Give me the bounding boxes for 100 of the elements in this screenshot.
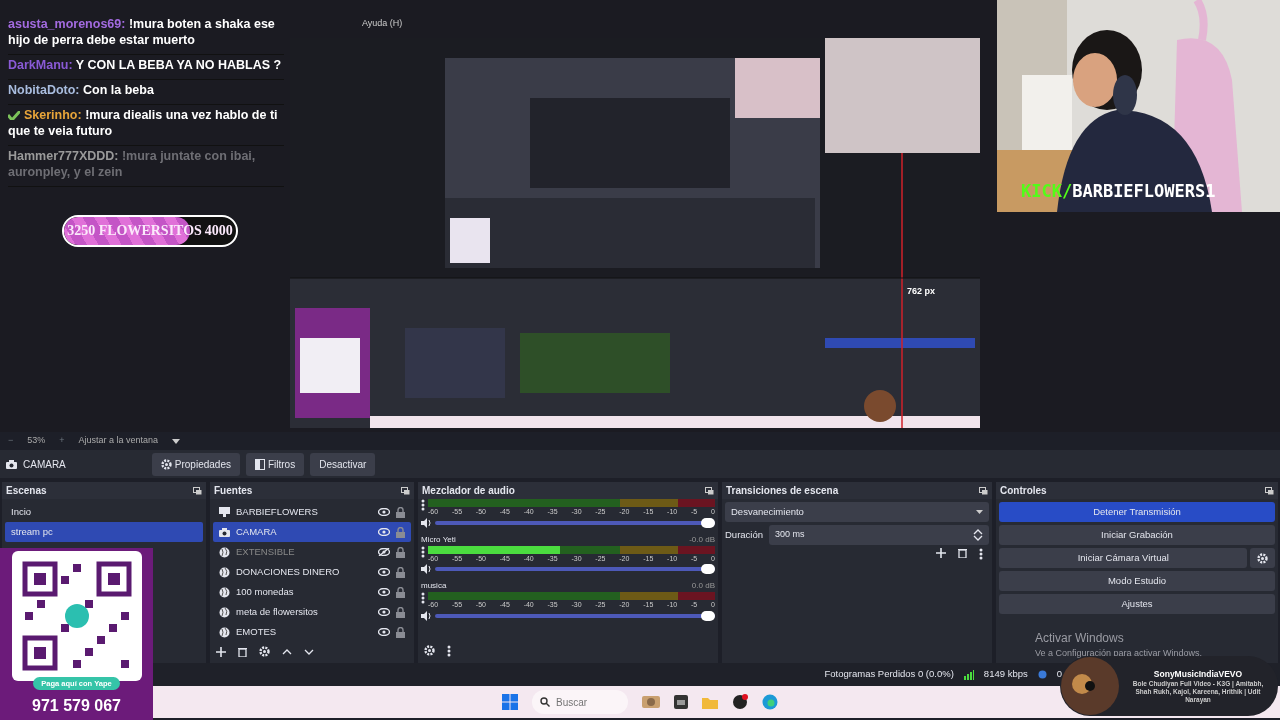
dropped-frames: Fotogramas Perdidos 0 (0.0%): [824, 667, 954, 682]
chat-message: Hammer777XDDD: !mura juntate con ibai, auronpley, y el zein: [8, 146, 284, 187]
more-icon[interactable]: [979, 548, 983, 560]
source-item[interactable]: BARBIEFLOWERS: [213, 502, 411, 522]
speaker-icon[interactable]: [421, 610, 432, 621]
search-field[interactable]: Buscar: [532, 690, 628, 714]
browser-icon[interactable]: [762, 694, 778, 710]
undock-icon[interactable]: [401, 486, 410, 495]
search-icon: [540, 697, 550, 707]
volume-slider[interactable]: [701, 564, 715, 574]
goal-target: 4000: [204, 222, 233, 240]
globe-icon: [219, 566, 230, 578]
chevron-up-icon[interactable]: [282, 648, 292, 655]
speaker-icon[interactable]: [421, 517, 432, 528]
eye-slash-icon[interactable]: [378, 548, 390, 556]
lock-icon[interactable]: [396, 566, 405, 578]
eye-icon[interactable]: [378, 508, 390, 516]
plus-icon[interactable]: [216, 646, 226, 657]
globe-icon: [219, 606, 230, 618]
lock-icon[interactable]: [396, 546, 405, 558]
panel-title: Transiciones de escena: [726, 484, 839, 498]
settings-button[interactable]: [1250, 548, 1275, 568]
control-button[interactable]: Iniciar Grabación: [999, 525, 1275, 545]
source-item[interactable]: EXTENSIBLE: [213, 542, 411, 562]
camera-icon: [6, 459, 17, 469]
source-item[interactable]: EMOTES: [213, 622, 411, 642]
network-icon: [1037, 670, 1047, 679]
measurement-label: 762 px: [907, 285, 936, 298]
panel-title: Mezclador de audio: [422, 484, 515, 498]
source-item[interactable]: meta de flowersitos: [213, 602, 411, 622]
activation-title: Activar Windows: [1035, 630, 1125, 647]
caret-icon[interactable]: [172, 438, 181, 444]
badge-icon: [8, 111, 20, 121]
scene-item[interactable]: Incio: [5, 502, 203, 522]
toolbar-button[interactable]: Propiedades: [151, 452, 240, 476]
album-art-icon: [1060, 656, 1120, 716]
fit-option[interactable]: Ajustar a la ventana: [78, 434, 159, 448]
volume-slider[interactable]: [701, 517, 715, 528]
chevron-down-icon[interactable]: [973, 535, 983, 541]
lock-icon[interactable]: [396, 626, 405, 638]
channel-reading: 0.0 dB: [691, 580, 715, 592]
camera-icon: [219, 527, 230, 537]
control-button[interactable]: Iniciar Cámara Virtual: [999, 548, 1248, 568]
scene-item[interactable]: stream pc: [5, 522, 203, 542]
duration-field[interactable]: 300 ms: [769, 525, 989, 545]
qr-code-icon: [11, 551, 142, 681]
settings-icon[interactable]: [259, 646, 270, 657]
source-item[interactable]: CAMARA: [213, 522, 411, 542]
undock-icon[interactable]: [1265, 486, 1274, 495]
lock-icon[interactable]: [396, 506, 405, 518]
source-item[interactable]: DONACIONES DINERO: [213, 562, 411, 582]
control-button[interactable]: Modo Estudio: [999, 571, 1275, 591]
volume-slider[interactable]: [701, 610, 715, 621]
settings-icon[interactable]: [424, 645, 435, 656]
more-icon[interactable]: [447, 645, 451, 657]
source-item[interactable]: 100 monedas: [213, 582, 411, 602]
status-value: 0: [1056, 667, 1062, 682]
eye-icon[interactable]: [378, 628, 390, 636]
phone-number: 971 579 067: [32, 696, 121, 717]
filter-icon: [254, 458, 265, 470]
more-icon[interactable]: [421, 499, 425, 511]
lock-icon[interactable]: [396, 586, 405, 598]
channel-reading: -0.0 dB: [689, 533, 715, 546]
more-icon[interactable]: [421, 545, 425, 558]
chat-message: asusta_morenos69: !mura boten a shaka ese hijo de perra debe estar muerto: [8, 14, 284, 55]
undock-icon[interactable]: [979, 486, 988, 495]
eye-icon[interactable]: [378, 608, 390, 616]
toolbar-button[interactable]: Desactivar: [310, 452, 376, 476]
chat-message: DarkManu: Y CON LA BEBA YA NO HABLAS ?: [8, 55, 284, 80]
toolbar-button[interactable]: Filtros: [245, 452, 305, 476]
source-name: CAMARA: [23, 457, 66, 472]
speaker-icon[interactable]: [421, 564, 432, 574]
bitrate: 8149 kbps: [983, 667, 1028, 682]
zoom-out-button[interactable]: −: [8, 434, 14, 448]
trash-icon[interactable]: [238, 646, 247, 657]
chevron-up-icon[interactable]: [973, 529, 983, 535]
chat-message: Skerinho: !mura diealis una vez hablo de ti que te veia futuro: [8, 105, 284, 146]
plus-icon[interactable]: [936, 548, 946, 558]
undock-icon[interactable]: [705, 486, 714, 495]
channel-name: Micro Yeti: [421, 533, 456, 546]
more-icon[interactable]: [421, 592, 425, 604]
app-icon[interactable]: [642, 694, 660, 710]
control-button[interactable]: Ajustes: [999, 594, 1275, 614]
chevron-down-icon[interactable]: [304, 648, 314, 655]
globe-icon: [219, 586, 230, 598]
undock-icon[interactable]: [193, 486, 202, 495]
panel-title: Fuentes: [214, 484, 253, 498]
eye-icon[interactable]: [378, 528, 390, 536]
menu-item[interactable]: Ayuda (H): [362, 17, 403, 31]
zoom-in-button[interactable]: +: [59, 434, 65, 448]
eye-icon[interactable]: [378, 568, 390, 576]
caret-icon: [976, 510, 983, 514]
eye-icon[interactable]: [378, 588, 390, 596]
lock-icon[interactable]: [396, 606, 405, 618]
recording-app-icon[interactable]: [732, 694, 748, 710]
transition-dropdown[interactable]: Desvanecimiento: [725, 502, 989, 522]
control-button[interactable]: Detener Transmisión: [999, 502, 1275, 522]
globe-icon: [219, 626, 230, 638]
terminal-icon[interactable]: [674, 695, 688, 709]
trash-icon[interactable]: [958, 548, 967, 558]
